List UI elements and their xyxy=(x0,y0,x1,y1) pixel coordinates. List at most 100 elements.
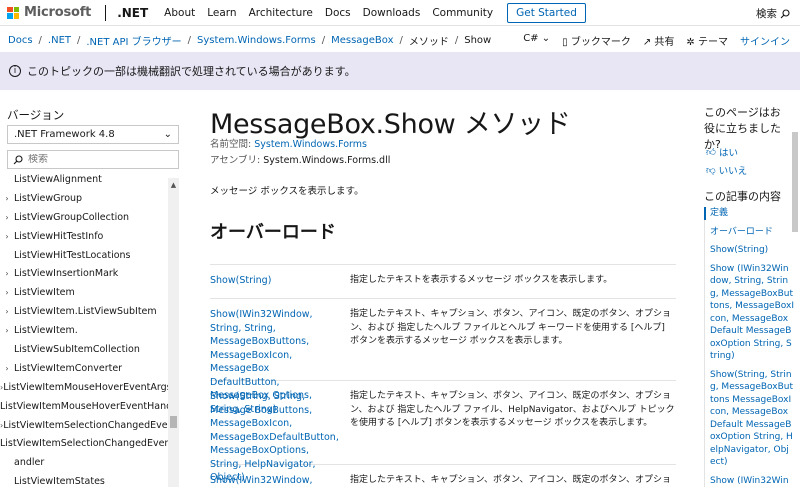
product-name[interactable]: .NET xyxy=(117,6,148,20)
toc-item[interactable]: ListViewAlignment xyxy=(0,170,168,189)
nav-about[interactable]: About xyxy=(164,7,195,19)
toc-item[interactable]: › ListViewItem xyxy=(0,283,168,302)
breadcrumb-docs[interactable]: Docs xyxy=(8,35,33,46)
toc-item[interactable]: › ListViewInsertionMark xyxy=(0,264,168,283)
feedback-no-button[interactable]: 👎︎ いいえ xyxy=(706,163,747,177)
brand-name: Microsoft xyxy=(24,5,92,20)
header-search[interactable]: 検索 xyxy=(756,6,790,21)
breadcrumb-namespace[interactable]: System.Windows.Forms xyxy=(197,35,316,46)
microsoft-logo-icon xyxy=(7,6,19,19)
chevron-down-icon: ⌄ xyxy=(163,129,172,140)
share-label: 共有 xyxy=(654,37,675,48)
overload-row: Show(IWin32Window, String, String, Messa… xyxy=(210,299,676,415)
language-selector[interactable]: C# ⌄ xyxy=(523,33,550,48)
header-divider xyxy=(105,4,107,21)
toc-item[interactable]: › ListViewHitTestInfo xyxy=(0,227,168,246)
toc-item[interactable]: ListViewItemStates xyxy=(0,472,168,487)
nav-architecture[interactable]: Architecture xyxy=(249,7,313,19)
toc-item-label: ListViewItem. xyxy=(14,325,78,337)
chevron-right-icon: › xyxy=(5,307,9,317)
toc-item[interactable]: ListViewItemSelectionChangedEventH xyxy=(0,434,168,453)
toc-filter-input[interactable] xyxy=(28,154,168,165)
toc-item-label: andler xyxy=(14,457,45,469)
overload-link[interactable]: Show(String) xyxy=(210,274,335,288)
article-toc-heading: この記事の内容 xyxy=(704,190,781,203)
chevron-right-icon: › xyxy=(5,269,9,279)
toc-item[interactable]: ›ListViewItemSelectionChangedEventArgs xyxy=(0,416,168,435)
bookmark-icon: ▯ xyxy=(562,37,568,48)
toc-item-label: ListViewHitTestInfo xyxy=(14,230,104,242)
overload-description: 指定したテキストを表示するメッセージ ボックスを表示します。 xyxy=(350,275,613,285)
toc-item[interactable]: › ListViewGroup xyxy=(0,189,168,208)
namespace-label: 名前空間: xyxy=(210,139,252,150)
overload-link[interactable]: Show(IWin32Window, String xyxy=(210,474,335,487)
toc-item[interactable]: › ListViewItemConverter xyxy=(0,359,168,378)
toc-item[interactable]: ListViewHitTestLocations xyxy=(0,246,168,265)
breadcrumb-dotnet[interactable]: .NET xyxy=(48,35,71,46)
toc-item-label: ListViewAlignment xyxy=(14,173,102,185)
method-summary: メッセージ ボックスを表示します。 xyxy=(210,186,364,197)
theme-button[interactable]: ✲ テーマ xyxy=(686,33,728,48)
toc-scrollbar[interactable]: ▲ xyxy=(168,178,179,487)
breadcrumb-sep: / xyxy=(187,34,192,46)
nav-docs[interactable]: Docs xyxy=(325,7,351,19)
toc-item[interactable]: andler xyxy=(0,453,168,472)
article-toc-item[interactable]: Show(String) xyxy=(705,244,794,257)
get-started-button[interactable]: Get Started xyxy=(507,2,586,23)
article-toc: 定義オーバーロード Show(String) Show (IWin32Window,… xyxy=(704,207,794,487)
assembly-value: System.Windows.Forms.dll xyxy=(263,155,391,166)
microsoft-logo[interactable]: Microsoft xyxy=(7,5,91,20)
toc-item[interactable]: ListViewSubItemCollection xyxy=(0,340,168,359)
nav-downloads[interactable]: Downloads xyxy=(363,7,421,19)
breadcrumb-sep: / xyxy=(38,34,42,46)
toc-item[interactable]: › ListViewItemMouseHoverEventArgs xyxy=(0,378,168,397)
search-icon xyxy=(780,8,790,18)
version-select[interactable]: .NET Framework 4.8 ⌄ xyxy=(7,125,179,144)
toc-item-label: ListViewItemSelectionChangedEventH xyxy=(0,438,168,450)
scroll-thumb[interactable] xyxy=(170,416,177,428)
article-toc-item[interactable]: Show (IWin32Window, String, String, Mess… xyxy=(705,263,794,363)
article-toc-item[interactable]: Show (IWin32Window xyxy=(705,475,794,487)
overload-row: Show(IWin32Window, String 指定したテキスト、キャプション… xyxy=(210,465,676,487)
scroll-thumb[interactable] xyxy=(792,132,798,232)
version-value: .NET Framework 4.8 xyxy=(14,129,115,140)
breadcrumb-sep: / xyxy=(321,34,326,46)
right-rail: このページはお役に立ちましたか? 👍︎ はい 👎︎ いいえ この記事の内容 定義 オー… xyxy=(698,90,800,487)
breadcrumb-bar: Docs / .NET / .NET API ブラウザー / System.Windo… xyxy=(0,29,800,51)
toc-item-label: ListViewGroupCollection xyxy=(14,211,130,223)
toc-item[interactable]: ListViewItemMouseHoverEventHandler xyxy=(0,397,168,416)
sign-in-link[interactable]: サインイン xyxy=(740,33,790,48)
breadcrumb-class[interactable]: MessageBox xyxy=(331,35,393,46)
version-label: バージョン xyxy=(7,108,65,122)
toc-item[interactable]: › ListViewGroupCollection xyxy=(0,208,168,227)
toc-item-label: ListViewGroup xyxy=(14,192,83,204)
toc-item[interactable]: › ListViewItem.ListViewSubItem xyxy=(0,302,168,321)
feedback-no-label: いいえ xyxy=(718,166,748,177)
feedback-yes-button[interactable]: 👍︎ はい xyxy=(706,145,738,159)
nav-community[interactable]: Community xyxy=(432,7,493,19)
overload-description: 指定したテキスト、キャプション、ボタン、アイコン、既定のボタン、オプション、およ… xyxy=(350,475,671,485)
rail-scrollbar[interactable] xyxy=(791,122,798,487)
assembly-label: アセンブリ: xyxy=(210,155,261,166)
article-toc-item-active[interactable]: 定義 xyxy=(704,207,794,220)
toc-filter[interactable] xyxy=(7,150,179,169)
bookmark-button[interactable]: ▯ ブックマーク xyxy=(562,33,631,48)
header-search-label: 検索 xyxy=(756,8,777,20)
namespace-link[interactable]: System.Windows.Forms xyxy=(254,139,367,150)
share-button[interactable]: ↗ 共有 xyxy=(643,33,675,48)
toc-item[interactable]: › ListViewItem. xyxy=(0,321,168,340)
scroll-up-icon[interactable]: ▲ xyxy=(168,181,179,189)
chevron-down-icon: ⌄ xyxy=(541,33,551,44)
overload-row: Show(String, String, Message BoxButtons,… xyxy=(210,381,676,483)
toc-item-label: ListViewItemStates xyxy=(14,476,105,487)
overloads-heading: オーバーロード xyxy=(210,222,336,243)
article-toc-item[interactable]: Show(String, String, MessageBoxButtons M… xyxy=(705,369,794,469)
article-toc-item[interactable]: オーバーロード xyxy=(705,226,794,239)
breadcrumb-api-browser[interactable]: .NET API ブラウザー xyxy=(86,33,181,48)
toc-item-label: ListViewItemMouseHoverEventArgs xyxy=(3,381,168,393)
toc-item-label: ListViewItemMouseHoverEventHandler xyxy=(0,400,168,412)
nav-learn[interactable]: Learn xyxy=(207,7,236,19)
chevron-right-icon: › xyxy=(5,363,9,373)
bookmark-label: ブックマーク xyxy=(570,37,631,48)
breadcrumb-sep: / xyxy=(77,34,81,46)
